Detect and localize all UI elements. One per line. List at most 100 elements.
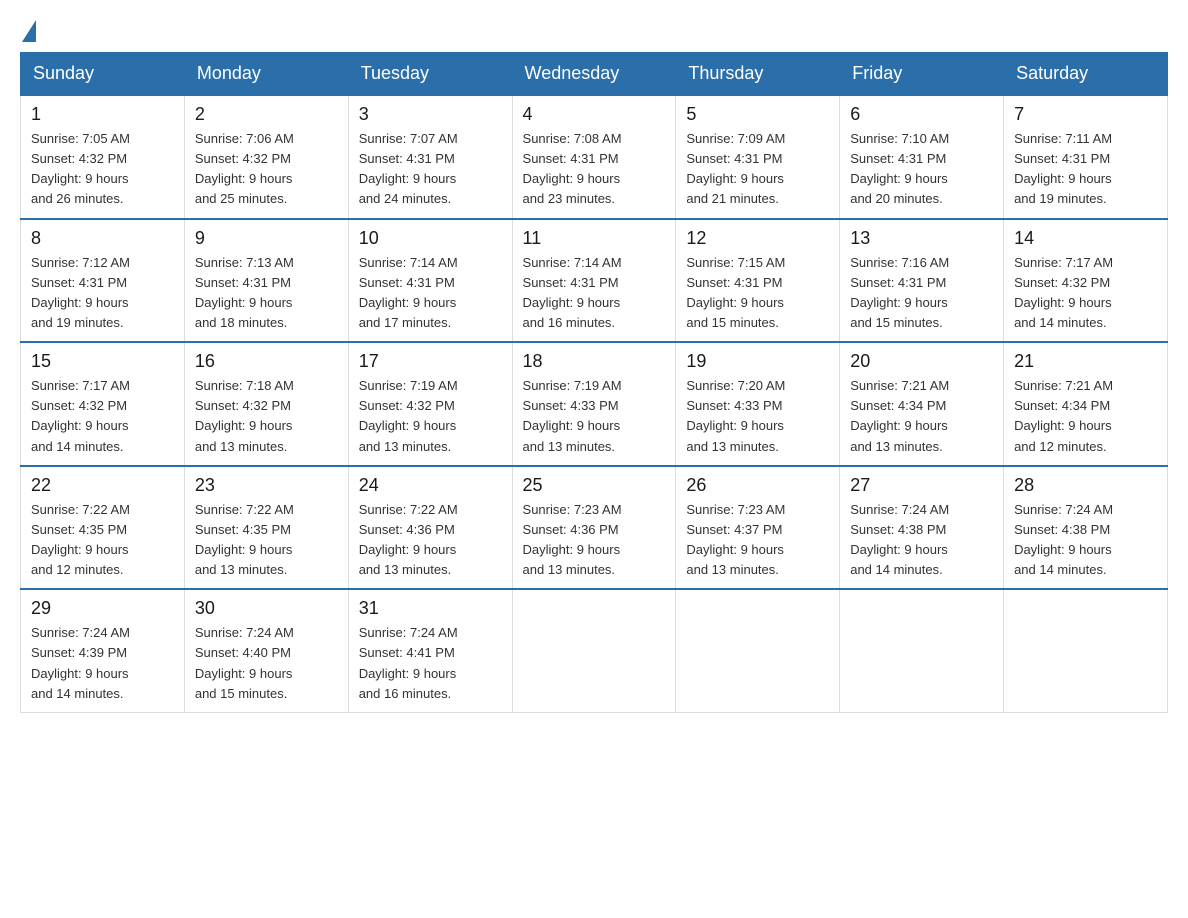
day-info: Sunrise: 7:14 AM Sunset: 4:31 PM Dayligh… [359, 253, 502, 334]
day-number: 12 [686, 228, 829, 249]
day-number: 13 [850, 228, 993, 249]
calendar-week-row-3: 15 Sunrise: 7:17 AM Sunset: 4:32 PM Dayl… [21, 342, 1168, 466]
col-header-monday: Monday [184, 53, 348, 96]
calendar-cell [676, 589, 840, 712]
calendar-cell: 1 Sunrise: 7:05 AM Sunset: 4:32 PM Dayli… [21, 95, 185, 219]
calendar-cell: 17 Sunrise: 7:19 AM Sunset: 4:32 PM Dayl… [348, 342, 512, 466]
day-number: 27 [850, 475, 993, 496]
day-info: Sunrise: 7:21 AM Sunset: 4:34 PM Dayligh… [850, 376, 993, 457]
calendar-week-row-2: 8 Sunrise: 7:12 AM Sunset: 4:31 PM Dayli… [21, 219, 1168, 343]
calendar-cell: 21 Sunrise: 7:21 AM Sunset: 4:34 PM Dayl… [1004, 342, 1168, 466]
day-number: 1 [31, 104, 174, 125]
day-info: Sunrise: 7:23 AM Sunset: 4:36 PM Dayligh… [523, 500, 666, 581]
day-info: Sunrise: 7:14 AM Sunset: 4:31 PM Dayligh… [523, 253, 666, 334]
day-number: 10 [359, 228, 502, 249]
calendar-cell [840, 589, 1004, 712]
calendar-cell: 15 Sunrise: 7:17 AM Sunset: 4:32 PM Dayl… [21, 342, 185, 466]
day-info: Sunrise: 7:24 AM Sunset: 4:41 PM Dayligh… [359, 623, 502, 704]
calendar-cell [1004, 589, 1168, 712]
day-info: Sunrise: 7:05 AM Sunset: 4:32 PM Dayligh… [31, 129, 174, 210]
day-info: Sunrise: 7:15 AM Sunset: 4:31 PM Dayligh… [686, 253, 829, 334]
calendar-cell: 7 Sunrise: 7:11 AM Sunset: 4:31 PM Dayli… [1004, 95, 1168, 219]
calendar-cell: 23 Sunrise: 7:22 AM Sunset: 4:35 PM Dayl… [184, 466, 348, 590]
day-number: 22 [31, 475, 174, 496]
day-info: Sunrise: 7:07 AM Sunset: 4:31 PM Dayligh… [359, 129, 502, 210]
calendar-week-row-4: 22 Sunrise: 7:22 AM Sunset: 4:35 PM Dayl… [21, 466, 1168, 590]
day-info: Sunrise: 7:24 AM Sunset: 4:39 PM Dayligh… [31, 623, 174, 704]
calendar-cell: 27 Sunrise: 7:24 AM Sunset: 4:38 PM Dayl… [840, 466, 1004, 590]
day-number: 15 [31, 351, 174, 372]
calendar-cell: 19 Sunrise: 7:20 AM Sunset: 4:33 PM Dayl… [676, 342, 840, 466]
day-info: Sunrise: 7:24 AM Sunset: 4:38 PM Dayligh… [1014, 500, 1157, 581]
day-number: 29 [31, 598, 174, 619]
calendar-cell: 31 Sunrise: 7:24 AM Sunset: 4:41 PM Dayl… [348, 589, 512, 712]
calendar-week-row-5: 29 Sunrise: 7:24 AM Sunset: 4:39 PM Dayl… [21, 589, 1168, 712]
day-info: Sunrise: 7:06 AM Sunset: 4:32 PM Dayligh… [195, 129, 338, 210]
calendar-cell: 14 Sunrise: 7:17 AM Sunset: 4:32 PM Dayl… [1004, 219, 1168, 343]
col-header-sunday: Sunday [21, 53, 185, 96]
col-header-thursday: Thursday [676, 53, 840, 96]
day-info: Sunrise: 7:19 AM Sunset: 4:33 PM Dayligh… [523, 376, 666, 457]
calendar-cell: 3 Sunrise: 7:07 AM Sunset: 4:31 PM Dayli… [348, 95, 512, 219]
calendar-cell: 18 Sunrise: 7:19 AM Sunset: 4:33 PM Dayl… [512, 342, 676, 466]
day-info: Sunrise: 7:11 AM Sunset: 4:31 PM Dayligh… [1014, 129, 1157, 210]
day-number: 23 [195, 475, 338, 496]
col-header-wednesday: Wednesday [512, 53, 676, 96]
calendar-cell: 6 Sunrise: 7:10 AM Sunset: 4:31 PM Dayli… [840, 95, 1004, 219]
day-info: Sunrise: 7:19 AM Sunset: 4:32 PM Dayligh… [359, 376, 502, 457]
day-number: 7 [1014, 104, 1157, 125]
day-number: 24 [359, 475, 502, 496]
calendar-week-row-1: 1 Sunrise: 7:05 AM Sunset: 4:32 PM Dayli… [21, 95, 1168, 219]
day-info: Sunrise: 7:18 AM Sunset: 4:32 PM Dayligh… [195, 376, 338, 457]
day-number: 18 [523, 351, 666, 372]
day-info: Sunrise: 7:22 AM Sunset: 4:35 PM Dayligh… [31, 500, 174, 581]
calendar-cell: 4 Sunrise: 7:08 AM Sunset: 4:31 PM Dayli… [512, 95, 676, 219]
day-info: Sunrise: 7:20 AM Sunset: 4:33 PM Dayligh… [686, 376, 829, 457]
day-info: Sunrise: 7:09 AM Sunset: 4:31 PM Dayligh… [686, 129, 829, 210]
page-header [20, 20, 1168, 42]
day-number: 2 [195, 104, 338, 125]
calendar-cell: 22 Sunrise: 7:22 AM Sunset: 4:35 PM Dayl… [21, 466, 185, 590]
calendar-cell: 16 Sunrise: 7:18 AM Sunset: 4:32 PM Dayl… [184, 342, 348, 466]
day-number: 26 [686, 475, 829, 496]
day-number: 8 [31, 228, 174, 249]
day-number: 3 [359, 104, 502, 125]
calendar-cell: 12 Sunrise: 7:15 AM Sunset: 4:31 PM Dayl… [676, 219, 840, 343]
day-info: Sunrise: 7:21 AM Sunset: 4:34 PM Dayligh… [1014, 376, 1157, 457]
calendar-cell: 30 Sunrise: 7:24 AM Sunset: 4:40 PM Dayl… [184, 589, 348, 712]
day-number: 28 [1014, 475, 1157, 496]
day-number: 5 [686, 104, 829, 125]
day-info: Sunrise: 7:13 AM Sunset: 4:31 PM Dayligh… [195, 253, 338, 334]
day-info: Sunrise: 7:10 AM Sunset: 4:31 PM Dayligh… [850, 129, 993, 210]
calendar-cell: 20 Sunrise: 7:21 AM Sunset: 4:34 PM Dayl… [840, 342, 1004, 466]
day-number: 14 [1014, 228, 1157, 249]
calendar-cell: 24 Sunrise: 7:22 AM Sunset: 4:36 PM Dayl… [348, 466, 512, 590]
calendar-table: SundayMondayTuesdayWednesdayThursdayFrid… [20, 52, 1168, 713]
day-number: 19 [686, 351, 829, 372]
logo-triangle-icon [22, 20, 36, 42]
day-number: 11 [523, 228, 666, 249]
day-info: Sunrise: 7:17 AM Sunset: 4:32 PM Dayligh… [1014, 253, 1157, 334]
col-header-friday: Friday [840, 53, 1004, 96]
day-info: Sunrise: 7:12 AM Sunset: 4:31 PM Dayligh… [31, 253, 174, 334]
day-info: Sunrise: 7:24 AM Sunset: 4:38 PM Dayligh… [850, 500, 993, 581]
calendar-cell: 9 Sunrise: 7:13 AM Sunset: 4:31 PM Dayli… [184, 219, 348, 343]
logo [20, 20, 38, 42]
calendar-cell: 2 Sunrise: 7:06 AM Sunset: 4:32 PM Dayli… [184, 95, 348, 219]
day-number: 25 [523, 475, 666, 496]
col-header-tuesday: Tuesday [348, 53, 512, 96]
day-number: 9 [195, 228, 338, 249]
day-info: Sunrise: 7:16 AM Sunset: 4:31 PM Dayligh… [850, 253, 993, 334]
calendar-cell: 8 Sunrise: 7:12 AM Sunset: 4:31 PM Dayli… [21, 219, 185, 343]
day-number: 30 [195, 598, 338, 619]
day-number: 16 [195, 351, 338, 372]
day-info: Sunrise: 7:08 AM Sunset: 4:31 PM Dayligh… [523, 129, 666, 210]
day-number: 4 [523, 104, 666, 125]
calendar-cell: 5 Sunrise: 7:09 AM Sunset: 4:31 PM Dayli… [676, 95, 840, 219]
calendar-cell: 28 Sunrise: 7:24 AM Sunset: 4:38 PM Dayl… [1004, 466, 1168, 590]
calendar-cell [512, 589, 676, 712]
day-info: Sunrise: 7:17 AM Sunset: 4:32 PM Dayligh… [31, 376, 174, 457]
day-number: 6 [850, 104, 993, 125]
col-header-saturday: Saturday [1004, 53, 1168, 96]
day-number: 20 [850, 351, 993, 372]
